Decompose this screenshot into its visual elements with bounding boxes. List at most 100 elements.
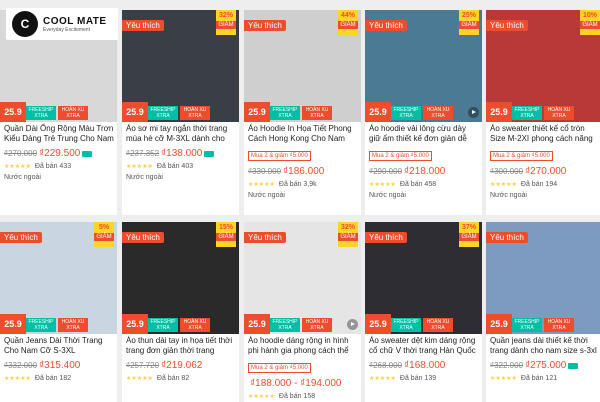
discount-badge: 32% GIẢM bbox=[216, 10, 236, 35]
sold-count: Đã bán 182 bbox=[34, 375, 72, 382]
favorite-badge: Yêu thích bbox=[486, 232, 528, 243]
sale-date-badge: 25.9 bbox=[486, 314, 512, 334]
favorite-badge: Yêu thích bbox=[122, 232, 164, 243]
product-card[interactable]: Yêu thích 32% GIẢM 25.9 FREESHIP XTRA HOÀN XU… bbox=[244, 222, 361, 402]
original-price: ₫290.000 bbox=[369, 167, 403, 176]
favorite-badge: Yêu thích bbox=[244, 20, 286, 31]
sale-price: ₫270.000 bbox=[525, 166, 567, 177]
bundle-promo: Mua 2 & giảm ₫5.000 bbox=[490, 151, 553, 161]
product-title[interactable]: Áo Hoodie In Họa Tiết Phong Cách Hong Ko… bbox=[244, 122, 361, 144]
coin-back-badge: HOÀN XU XTRA bbox=[423, 106, 453, 120]
logo-tagline: Everyday Excitement bbox=[43, 26, 90, 33]
price-row: ₫270.000 ₫229.500 bbox=[0, 144, 117, 159]
product-card[interactable]: Yêu thích 25.9 FREESHIP XTRA HOÀN XU XTRA Qu… bbox=[486, 222, 600, 402]
product-card[interactable]: 25.9 FREESHIP XTRA HOÀN XU XTRA Quần Dài Ốn… bbox=[0, 10, 117, 215]
product-title[interactable]: Quần jeans dài thiết kế thời trang dành … bbox=[486, 334, 600, 356]
freeship-badge: FREESHIP XTRA bbox=[512, 106, 542, 120]
shipping-truck-icon bbox=[204, 150, 215, 157]
product-card[interactable]: Yêu thích 10% GIẢM 25.9 FREESHIP XTRA HOÀN XU… bbox=[486, 10, 600, 215]
sold-count: Đã bán 158 bbox=[278, 393, 316, 400]
product-title[interactable]: Áo sweater dệt kim dáng rộng cổ chữ V th… bbox=[365, 334, 482, 356]
sold-count: Đã bán 194 bbox=[520, 181, 558, 188]
product-card[interactable]: Yêu thích 44% GIẢM 25.9 FREESHIP XTRA HOÀN XU… bbox=[244, 10, 361, 215]
favorite-badge: Yêu thích bbox=[486, 20, 528, 31]
shipping-origin: Nước ngoài bbox=[248, 192, 285, 199]
rating-stars-icon: ★★★★★ bbox=[4, 164, 31, 170]
original-price: ₫270.000 bbox=[4, 149, 38, 158]
product-title[interactable]: Áo hoodie vải lông cừu dày giữ ấm thiết … bbox=[365, 122, 482, 144]
sale-price: ₫315.400 bbox=[39, 360, 81, 371]
product-card[interactable]: Yêu thích 25% GIẢM 25.9 FREESHIP XTRA HOÀN XU… bbox=[365, 10, 482, 215]
price-row: ₫268.000 ₫168.000 bbox=[365, 356, 482, 371]
sale-price: ₫219.062 bbox=[161, 360, 203, 371]
sale-price: ₫186.000 bbox=[283, 166, 325, 177]
freeship-badge: FREESHIP XTRA bbox=[391, 318, 421, 332]
favorite-badge: Yêu thích bbox=[244, 232, 286, 243]
product-title[interactable]: Quần Dài Ống Rộng Màu Trơn Kiểu Dáng Trẻ… bbox=[0, 122, 117, 144]
logo-name: COOL MATE bbox=[43, 15, 107, 27]
coin-back-badge: HOÀN XU XTRA bbox=[180, 106, 210, 120]
discount-badge: 32% GIẢM bbox=[338, 222, 358, 247]
product-image[interactable]: Yêu thích 37% GIẢM 25.9 FREESHIP XTRA HOÀN XU… bbox=[365, 222, 482, 334]
price-row: ₫257.720 ₫219.062 bbox=[122, 356, 239, 371]
price-row: ₫188.000 - ₫194.000 bbox=[244, 374, 361, 389]
coin-back-badge: HOÀN XU XTRA bbox=[180, 318, 210, 332]
sale-date-badge: 25.9 bbox=[365, 314, 391, 334]
sale-price: ₫275.000 bbox=[525, 360, 567, 371]
product-image[interactable]: Yêu thích 5% GIẢM 25.9 FREESHIP XTRA HOÀN XU … bbox=[0, 222, 117, 334]
coolmate-logo: C COOL MATE Everyday Excitement bbox=[6, 8, 118, 40]
sold-count: Đã bán 3,9k bbox=[278, 181, 317, 188]
discount-badge: 10% GIẢM bbox=[580, 10, 600, 35]
product-grid: Yêu thích 25.9 FREESHIP XTRA HOÀN XU XTRA Qu… bbox=[0, 0, 600, 402]
sale-date-badge: 25.9 bbox=[0, 102, 26, 122]
product-card[interactable]: Yêu thích 15% GIẢM 25.9 FREESHIP XTRA HOÀN XU… bbox=[122, 222, 239, 402]
product-image[interactable]: Yêu thích 10% GIẢM 25.9 FREESHIP XTRA HOÀN XU… bbox=[486, 10, 600, 122]
freeship-badge: FREESHIP XTRA bbox=[148, 106, 178, 120]
product-title[interactable]: Áo sơ mi tay ngắn thời trang mùa hè cỡ M… bbox=[122, 122, 239, 144]
product-title[interactable]: Quần Jeans Dài Thời Trang Cho Nam Cỡ S-3… bbox=[0, 334, 117, 356]
sale-price: ₫218.000 bbox=[404, 166, 446, 177]
rating-stars-icon: ★★★★★ bbox=[126, 376, 153, 382]
play-video-icon[interactable] bbox=[468, 107, 479, 118]
product-title[interactable]: Áo thun dài tay in họa tiết thời trang đ… bbox=[122, 334, 239, 356]
coin-back-badge: HOÀN XU XTRA bbox=[302, 106, 332, 120]
coin-back-badge: HOÀN XU XTRA bbox=[544, 106, 574, 120]
sold-count: Đã bán 458 bbox=[399, 181, 437, 188]
product-card[interactable]: Yêu thích 5% GIẢM 25.9 FREESHIP XTRA HOÀN XU … bbox=[0, 222, 117, 402]
price-row: ₫330.000 ₫186.000 bbox=[244, 162, 361, 177]
sold-count: Đã bán 403 bbox=[156, 163, 194, 170]
sale-price: ₫168.000 bbox=[404, 360, 446, 371]
product-card[interactable]: Yêu thích 32% GIẢM 25.9 FREESHIP XTRA HOÀN XU… bbox=[122, 10, 239, 215]
original-price: ₫322.000 bbox=[490, 361, 524, 370]
freeship-badge: FREESHIP XTRA bbox=[512, 318, 542, 332]
coin-back-badge: HOÀN XU XTRA bbox=[58, 318, 88, 332]
price-row: ₫237.352 ₫138.000 bbox=[122, 144, 239, 159]
product-image[interactable]: Yêu thích 44% GIẢM 25.9 FREESHIP XTRA HOÀN XU… bbox=[244, 10, 361, 122]
product-image[interactable]: Yêu thích 32% GIẢM 25.9 FREESHIP XTRA HOÀN XU… bbox=[122, 10, 239, 122]
product-image[interactable]: Yêu thích 32% GIẢM 25.9 FREESHIP XTRA HOÀN XU… bbox=[244, 222, 361, 334]
logo-mark: C bbox=[12, 11, 38, 37]
rating-stars-icon: ★★★★★ bbox=[4, 376, 31, 382]
sold-count: Đã bán 82 bbox=[156, 375, 190, 382]
product-image[interactable]: Yêu thích 25% GIẢM 25.9 FREESHIP XTRA HOÀN XU… bbox=[365, 10, 482, 122]
coin-back-badge: HOÀN XU XTRA bbox=[58, 106, 88, 120]
favorite-badge: Yêu thích bbox=[0, 232, 42, 243]
product-image[interactable]: Yêu thích 25.9 FREESHIP XTRA HOÀN XU XTRA bbox=[486, 222, 600, 334]
original-price: ₫268.000 bbox=[369, 361, 403, 370]
favorite-badge: Yêu thích bbox=[122, 20, 164, 31]
rating-stars-icon: ★★★★★ bbox=[369, 376, 396, 382]
product-title[interactable]: Áo hoodie dáng rộng in hình phi hành gia… bbox=[244, 334, 361, 356]
rating-stars-icon: ★★★★★ bbox=[126, 164, 153, 170]
original-price: ₫330.000 bbox=[248, 167, 282, 176]
rating-stars-icon: ★★★★★ bbox=[369, 182, 396, 188]
discount-badge: 44% GIẢM bbox=[338, 10, 358, 35]
rating-stars-icon: ★★★★★ bbox=[248, 182, 275, 188]
rating-stars-icon: ★★★★★ bbox=[490, 376, 517, 382]
discount-badge: 15% GIẢM bbox=[216, 222, 236, 247]
product-image[interactable]: Yêu thích 15% GIẢM 25.9 FREESHIP XTRA HOÀN XU… bbox=[122, 222, 239, 334]
product-title[interactable]: Áo sweater thiết kế cổ tròn Size M-2XI p… bbox=[486, 122, 600, 144]
price-row: ₫300.000 ₫270.000 bbox=[486, 162, 600, 177]
freeship-badge: FREESHIP XTRA bbox=[148, 318, 178, 332]
play-video-icon[interactable] bbox=[347, 319, 358, 330]
product-card[interactable]: Yêu thích 37% GIẢM 25.9 FREESHIP XTRA HOÀN XU… bbox=[365, 222, 482, 402]
